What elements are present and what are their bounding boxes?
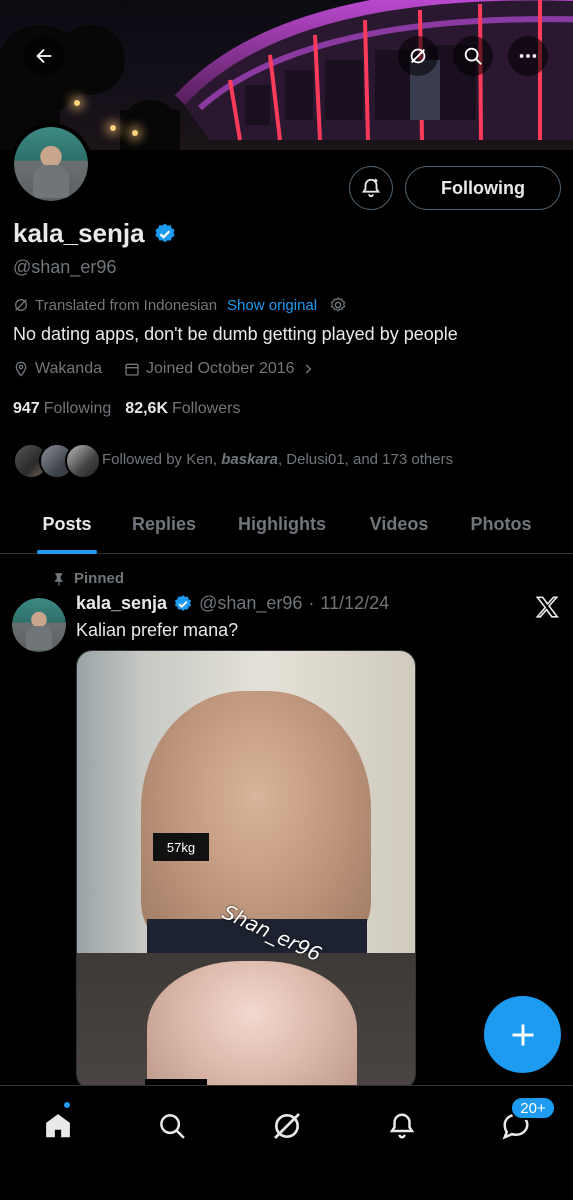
post-image[interactable]: 57kg Shan_er96 [76,650,416,1090]
post-text: Kalian prefer mana? [76,620,239,640]
grok-button[interactable] [398,36,438,76]
follower-avatar [65,443,101,479]
tab-replies[interactable]: Replies [128,496,200,535]
x-logo-icon [535,596,559,618]
post-author-handle[interactable]: @shan_er96 [199,593,302,614]
profile-bio: No dating apps, don't be dumb getting pl… [13,324,458,344]
bell-plus-icon [361,178,381,198]
post-author-avatar[interactable] [12,598,66,652]
tab-videos[interactable]: Videos [364,496,434,535]
avatar-image [14,127,88,201]
profile-avatar[interactable] [10,123,92,205]
image-weight-tag: 57kg [153,833,209,861]
calendar-icon [125,363,139,376]
following-count: 947 [13,400,40,417]
followed-by-avatars[interactable] [13,443,101,479]
post-date[interactable]: 11/12/24 [320,593,389,614]
nav-grok[interactable] [267,1106,307,1146]
nav-search[interactable] [152,1106,192,1146]
profile-handle: @shan_er96 [13,257,117,277]
stadium-illustration [174,0,573,141]
post-header: kala_senja @shan_er96 · 11/12/24 [76,593,389,614]
location-text: Wakanda [35,360,102,377]
chevron-right-icon[interactable] [301,362,315,376]
messages-badge: 20+ [510,1096,556,1120]
home-unread-dot [62,1100,72,1110]
tab-photos[interactable]: Photos [466,496,536,535]
verified-badge-icon[interactable] [153,222,177,246]
following-label: Following [43,400,112,417]
tab-posts[interactable]: Posts [37,496,97,554]
search-icon [160,1114,185,1139]
post-author-name[interactable]: kala_senja [76,593,167,614]
followers-stat[interactable]: 82,6K Followers [125,400,240,418]
nav-home[interactable] [38,1106,78,1146]
back-button[interactable] [24,36,64,76]
settings-gear-icon[interactable] [329,296,347,314]
verified-badge-icon [175,594,192,611]
followers-count: 82,6K [125,400,168,417]
notifications-icon [389,1113,415,1139]
grok-icon [274,1113,300,1139]
more-horizontal-icon [519,54,537,58]
profile-name-row: kala_senja [13,218,177,249]
following-button[interactable]: Following [405,166,561,210]
grok-translate-icon [15,299,27,311]
location-icon [15,361,27,377]
followers-label: Followers [172,400,241,417]
show-original-link[interactable]: Show original [227,297,317,314]
followed-by-prefix: Followed by Ken, [102,451,222,468]
avatar-image [12,598,66,652]
bottom-navigation: 20+ [0,1085,573,1200]
more-button[interactable] [508,36,548,76]
translation-row: Translated from Indonesian Show original [13,296,347,314]
compose-button[interactable] [484,996,561,1073]
photo-subject [147,961,357,1089]
search-button[interactable] [453,36,493,76]
translated-label: Translated from Indonesian [35,296,218,314]
display-name: kala_senja [13,218,145,248]
dot-separator: · [308,593,315,613]
pin-icon [54,572,63,586]
followed-by-suffix: , Delusi01, and 173 others [277,451,454,468]
pinned-label: Pinned [74,570,125,587]
profile-tabs: Posts Replies Highlights Videos Photos [0,496,573,554]
plus-icon [512,1024,533,1045]
tab-highlights[interactable]: Highlights [232,496,332,535]
following-stat[interactable]: 947 Following [13,400,111,418]
followed-by-text[interactable]: Followed by Ken, baskara, Delusi01, and … [102,451,453,468]
grok-icon [410,48,426,64]
followed-by-emph: baskara [221,451,278,468]
follow-stats: 947 Following 82,6K Followers [13,400,240,418]
notifications-subscribe-button[interactable] [349,166,393,210]
profile-banner [0,0,573,150]
nav-notifications[interactable] [382,1106,422,1146]
search-icon [464,47,482,65]
pinned-indicator: Pinned [52,570,124,587]
joined-text[interactable]: Joined October 2016 [146,360,295,378]
arrow-left-icon [36,48,52,64]
profile-meta: Wakanda Joined October 2016 [13,360,315,378]
home-icon [46,1114,70,1138]
